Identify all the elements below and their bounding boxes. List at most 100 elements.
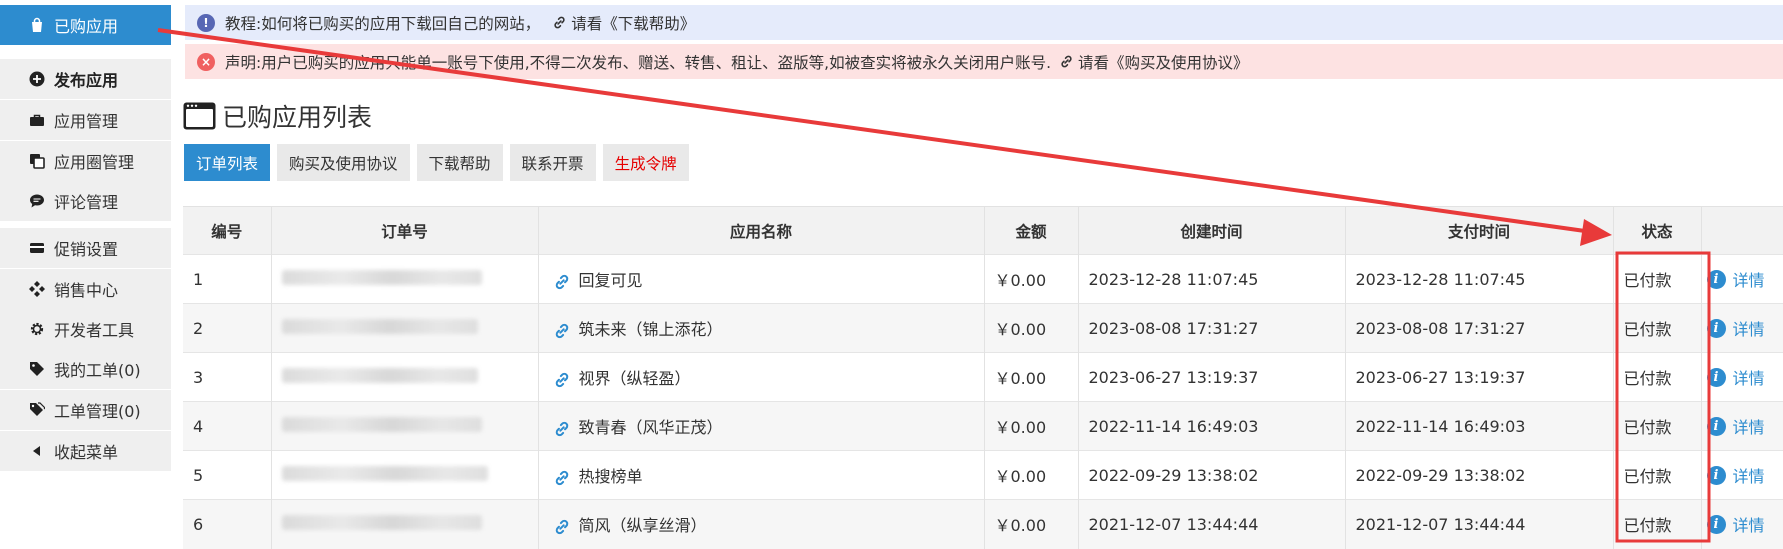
cell-id: 2 xyxy=(183,303,272,353)
tab-purchase-agreement[interactable]: 购买及使用协议 xyxy=(277,144,410,181)
page-title-text: 已购应用列表 xyxy=(222,103,373,132)
sidebar-item-label: 工单管理(0) xyxy=(54,402,141,421)
link-icon xyxy=(553,469,571,487)
table-header-row: 编号 订单号 应用名称 金额 创建时间 支付时间 状态 xyxy=(183,206,1783,255)
disclaimer-alert: × 声明:用户已购买的应用只能单一账号下使用,不得二次发布、赠送、转售、租让、盗… xyxy=(185,44,1783,79)
diamonds-icon xyxy=(28,280,46,298)
link-icon xyxy=(552,15,567,30)
cell-created: 2021-12-07 13:44:44 xyxy=(1078,499,1346,549)
sidebar-item-ticket-management[interactable]: 工单管理(0) xyxy=(0,390,171,430)
cell-actions: i 详情 xyxy=(1701,499,1783,549)
page-title: 已购应用列表 xyxy=(183,99,372,133)
cell-order-no xyxy=(271,499,539,549)
sidebar-item-collapse-menu[interactable]: 收起菜单 xyxy=(0,431,171,471)
redacted-order-no xyxy=(281,514,482,530)
sidebar-item-label: 开发者工具 xyxy=(54,321,135,340)
briefcase-icon xyxy=(28,111,46,129)
table-row: 6 简风（纵享丝滑） ￥0.00 2021-12-07 13:44:44 202… xyxy=(183,499,1783,549)
sidebar-item-app-circle[interactable]: 应用圈管理 xyxy=(0,141,171,181)
tutorial-alert-text: 教程:如何将已购买的应用下载回自己的网站， xyxy=(225,14,541,33)
window-icon xyxy=(183,102,216,130)
detail-button[interactable]: i 详情 xyxy=(1706,316,1765,340)
sidebar-item-purchased-apps[interactable]: 已购应用 xyxy=(0,5,171,45)
tab-generate-token[interactable]: 生成令牌 xyxy=(602,144,689,181)
tab-order-list[interactable]: 订单列表 xyxy=(184,144,271,181)
cell-amount: ￥0.00 xyxy=(984,401,1079,451)
sidebar-item-my-tickets[interactable]: 我的工单(0) xyxy=(0,349,171,389)
tab-contact-invoice[interactable]: 联系开票 xyxy=(509,144,596,181)
exclamation-icon: ! xyxy=(197,13,215,32)
column-header-paid: 支付时间 xyxy=(1345,206,1614,255)
link-icon xyxy=(553,518,571,536)
purchase-agreement-link[interactable]: 请看《购买及使用协议》 xyxy=(1078,51,1249,73)
cell-status: 已付款 xyxy=(1613,401,1702,451)
cell-order-no xyxy=(271,303,539,353)
table-row: 2 筑未来（锦上添花） ￥0.00 2023-08-08 17:31:27 20… xyxy=(183,303,1783,353)
cell-status: 已付款 xyxy=(1613,254,1702,304)
cell-app-name[interactable]: 视界（纵轻盈） xyxy=(538,352,985,402)
info-icon: i xyxy=(1706,269,1726,289)
cell-id: 3 xyxy=(183,352,272,402)
sidebar-item-sales-center[interactable]: 销售中心 xyxy=(0,269,171,309)
link-icon xyxy=(553,273,571,291)
orders-table: 编号 订单号 应用名称 金额 创建时间 支付时间 状态 1 回复可见 ￥0.00… xyxy=(183,206,1783,549)
cell-app-name[interactable]: 简风（纵享丝滑） xyxy=(538,499,985,549)
cell-id: 6 xyxy=(183,499,272,549)
app-name-text: 简风（纵享丝滑） xyxy=(578,516,707,536)
cell-paid: 2022-09-29 13:38:02 xyxy=(1345,450,1614,500)
sidebar-item-label: 已购应用 xyxy=(54,17,119,36)
cell-created: 2023-12-28 11:07:45 xyxy=(1078,254,1346,304)
detail-label: 详情 xyxy=(1732,516,1765,536)
info-icon: i xyxy=(1706,367,1726,387)
tags-icon xyxy=(28,401,46,419)
download-help-link[interactable]: 请看《下载帮助》 xyxy=(571,12,695,34)
sidebar-item-developer-tools[interactable]: 开发者工具 xyxy=(0,309,171,349)
detail-label: 详情 xyxy=(1732,271,1765,290)
sidebar-item-label: 应用圈管理 xyxy=(54,153,135,172)
cell-status: 已付款 xyxy=(1613,303,1702,353)
detail-button[interactable]: i 详情 xyxy=(1706,414,1765,438)
app-name-text: 视界（纵轻盈） xyxy=(578,369,691,388)
detail-label: 详情 xyxy=(1732,320,1765,339)
column-header-order-no: 订单号 xyxy=(271,206,539,255)
cell-app-name[interactable]: 热搜榜单 xyxy=(538,450,985,500)
sidebar-item-label: 我的工单(0) xyxy=(54,361,141,380)
column-header-app-name: 应用名称 xyxy=(538,206,985,255)
detail-button[interactable]: i 详情 xyxy=(1706,463,1765,487)
cell-created: 2023-08-08 17:31:27 xyxy=(1078,303,1346,353)
cell-id: 1 xyxy=(183,254,272,304)
link-icon xyxy=(553,322,571,340)
sidebar-item-publish-app[interactable]: 发布应用 xyxy=(0,59,171,99)
cell-app-name[interactable]: 回复可见 xyxy=(538,254,985,304)
tab-download-help[interactable]: 下载帮助 xyxy=(416,144,503,181)
cell-app-name[interactable]: 筑未来（锦上添花） xyxy=(538,303,985,353)
sidebar-item-promotion[interactable]: 促销设置 xyxy=(0,228,171,268)
app-name-text: 筑未来（锦上添花） xyxy=(578,320,723,339)
sidebar-item-label: 发布应用 xyxy=(54,71,119,90)
cell-paid: 2022-11-14 16:49:03 xyxy=(1345,401,1614,451)
cell-order-no xyxy=(271,352,539,402)
detail-button[interactable]: i 详情 xyxy=(1706,512,1765,536)
app-name-text: 热搜榜单 xyxy=(578,467,643,486)
redacted-order-no xyxy=(281,367,478,383)
info-icon: i xyxy=(1706,514,1726,534)
detail-button[interactable]: i 详情 xyxy=(1706,365,1765,389)
cell-order-no xyxy=(271,450,539,500)
column-header-status: 状态 xyxy=(1613,206,1702,255)
comment-icon xyxy=(28,192,46,210)
cell-app-name[interactable]: 致青春（风华正茂） xyxy=(538,401,985,451)
cell-status: 已付款 xyxy=(1613,450,1702,500)
bag-icon xyxy=(28,16,46,34)
cell-id: 5 xyxy=(183,450,272,500)
sidebar-item-app-management[interactable]: 应用管理 xyxy=(0,100,171,140)
column-header-actions xyxy=(1701,206,1783,255)
column-header-created: 创建时间 xyxy=(1078,206,1346,255)
sidebar-item-comments[interactable]: 评论管理 xyxy=(0,181,171,221)
sidebar-item-label: 收起菜单 xyxy=(54,443,119,462)
tab-bar: 订单列表 购买及使用协议 下载帮助 联系开票 生成令牌 xyxy=(184,144,689,181)
gear-icon xyxy=(28,320,46,338)
cell-actions: i 详情 xyxy=(1701,352,1783,402)
detail-button[interactable]: i 详情 xyxy=(1706,267,1765,291)
detail-label: 详情 xyxy=(1732,467,1765,486)
table-row: 4 致青春（风华正茂） ￥0.00 2022-11-14 16:49:03 20… xyxy=(183,401,1783,451)
